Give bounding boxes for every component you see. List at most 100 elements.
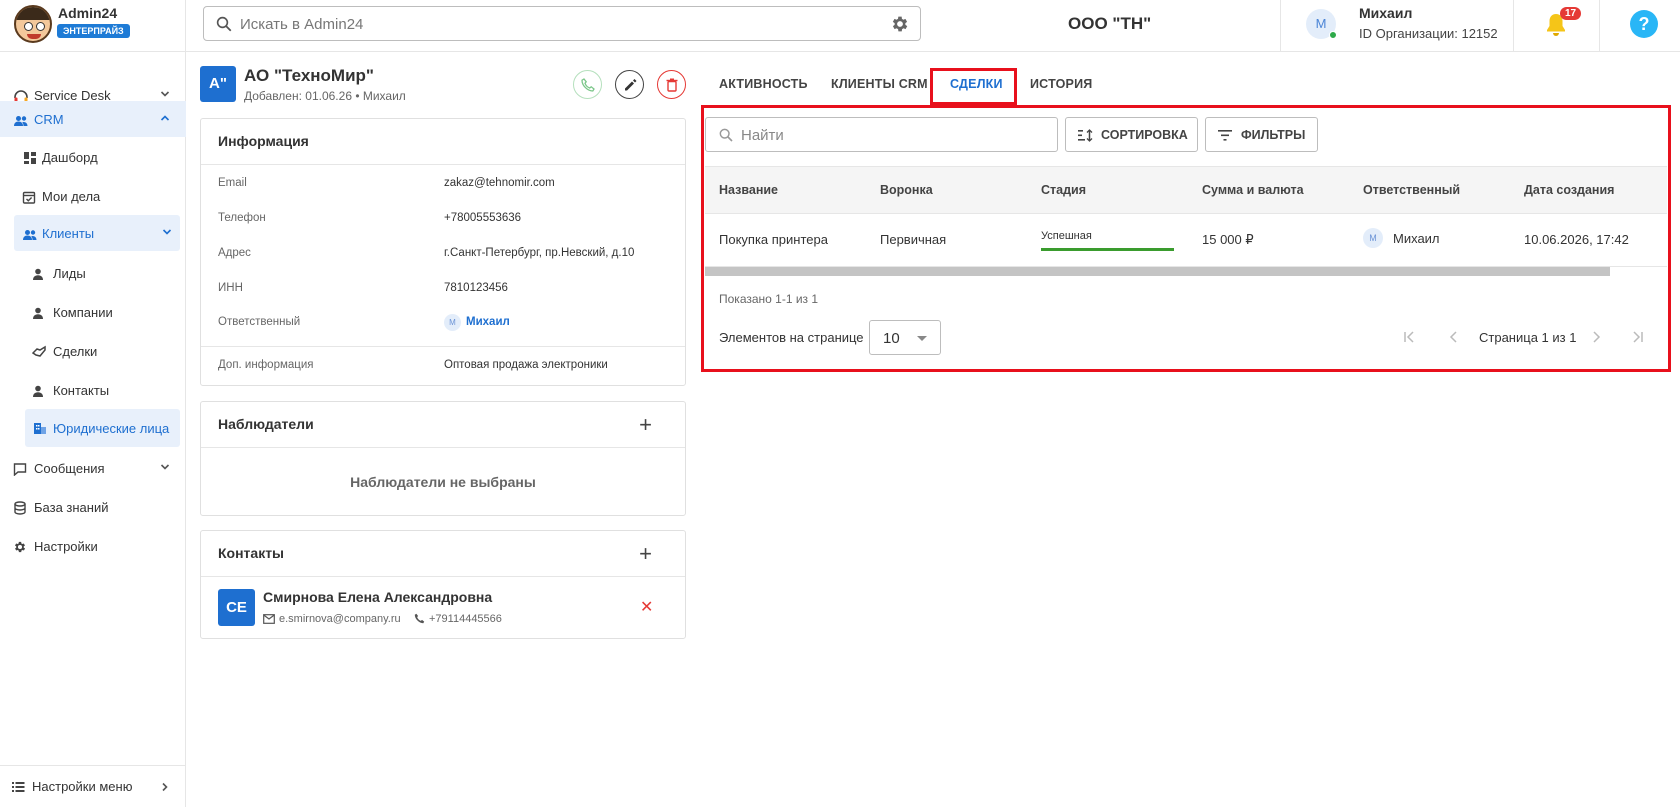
sidebar-item-label: Дашборд xyxy=(42,150,98,165)
sidebar-item-label: База знаний xyxy=(34,500,109,515)
user-profile[interactable]: М Михаил ID Организации: 12152 xyxy=(1280,0,1514,52)
person-icon xyxy=(33,307,43,319)
call-button[interactable] xyxy=(573,70,602,99)
sidebar-item-label: Контакты xyxy=(53,383,110,398)
handshake-icon xyxy=(32,345,46,357)
observers-card-title: Наблюдатели xyxy=(218,416,314,432)
inn-value: 7810123456 xyxy=(444,282,508,294)
delete-button[interactable] xyxy=(657,70,686,99)
company-avatar: А" xyxy=(200,66,236,102)
edit-button[interactable] xyxy=(615,70,644,99)
sidebar-item-companies[interactable]: Компании xyxy=(0,294,186,330)
company-added-info: Добавлен: 01.06.26 • Михаил xyxy=(244,89,406,103)
menu-settings-button[interactable]: Настройки меню xyxy=(0,765,186,807)
sidebar-item-messages[interactable]: Сообщения xyxy=(0,450,186,486)
top-bar: Admin24 ЭНТЕРПРАЙЗ Искать в Admin24 ООО … xyxy=(0,0,1680,52)
remove-contact-icon[interactable]: ✕ xyxy=(640,597,653,617)
sidebar-item-deals[interactable]: Сделки xyxy=(0,333,186,369)
observers-empty-text: Наблюдатели не выбраны xyxy=(350,474,536,490)
contact-phone[interactable]: +79114445566 xyxy=(429,613,502,625)
phone-value[interactable]: +78005553636 xyxy=(444,212,521,224)
sidebar-item-contacts[interactable]: Контакты xyxy=(0,372,186,408)
mascot-logo-icon xyxy=(14,5,52,43)
contact-name[interactable]: Смирнова Елена Александровна xyxy=(263,589,492,605)
contact-email[interactable]: e.smirnova@company.ru xyxy=(279,613,401,625)
phone-icon xyxy=(581,78,595,92)
chevron-down-icon xyxy=(162,229,172,235)
sidebar-item-dashboard[interactable]: Дашборд xyxy=(0,139,186,175)
mail-icon xyxy=(263,614,275,624)
person-icon xyxy=(33,385,43,397)
search-settings-gear-icon[interactable] xyxy=(890,14,910,34)
people-icon xyxy=(14,116,28,126)
sidebar-item-knowledge-base[interactable]: База знаний xyxy=(0,489,186,525)
responsible-avatar: М xyxy=(444,314,461,331)
database-icon xyxy=(14,501,26,515)
user-name: Михаил xyxy=(1359,5,1413,21)
sidebar-item-label: Сделки xyxy=(53,344,98,359)
trash-icon xyxy=(666,78,678,92)
address-value: г.Санкт-Петербург, пр.Невский, д.10 xyxy=(444,247,635,259)
chat-icon xyxy=(13,463,27,476)
list-icon xyxy=(12,782,25,792)
people-icon xyxy=(23,230,37,240)
sidebar-item-clients[interactable]: Клиенты xyxy=(14,215,180,251)
organization-id: ID Организации: 12152 xyxy=(1359,26,1498,41)
info-label: Адрес xyxy=(218,247,251,259)
responsible-link[interactable]: Михаил xyxy=(466,316,510,328)
info-card-title: Информация xyxy=(218,133,309,149)
sidebar-item-label: Сообщения xyxy=(34,461,105,476)
dashboard-icon xyxy=(24,152,36,164)
search-icon xyxy=(216,16,232,32)
info-card: Информация Email zakaz@tehnomir.com Теле… xyxy=(200,118,686,386)
info-label: ИНН xyxy=(218,282,243,294)
email-value[interactable]: zakaz@tehnomir.com xyxy=(444,177,555,189)
menu-settings-label: Настройки меню xyxy=(32,779,133,794)
person-icon xyxy=(33,268,43,280)
chevron-down-icon xyxy=(160,464,170,470)
info-label: Ответственный xyxy=(218,316,301,328)
building-icon xyxy=(34,423,46,434)
add-contact-button[interactable]: + xyxy=(639,543,652,565)
sidebar-item-my-tasks[interactable]: Мои дела xyxy=(0,178,186,214)
tab-activity[interactable]: АКТИВНОСТЬ xyxy=(719,77,808,91)
company-name: АО "ТехноМир" xyxy=(244,66,374,85)
tab-highlight-frame xyxy=(930,68,1017,105)
info-label: Телефон xyxy=(218,212,266,224)
organization-name[interactable]: ООО "ТН" xyxy=(1068,14,1151,34)
deals-highlight-frame xyxy=(701,105,1671,372)
extra-info-value: Оптовая продажа электроники xyxy=(444,359,608,371)
sidebar-item-legal-entities[interactable]: Юридические лица xyxy=(25,409,180,447)
app-name: Admin24 xyxy=(58,5,118,21)
tab-crm-clients[interactable]: КЛИЕНТЫ CRM xyxy=(831,77,928,91)
info-label: Email xyxy=(218,177,247,189)
sidebar-item-label: Настройки xyxy=(34,539,98,554)
sidebar-item-label: Компании xyxy=(53,305,113,320)
online-status-dot xyxy=(1329,31,1337,39)
sidebar-item-leads[interactable]: Лиды xyxy=(0,255,186,291)
observers-card: Наблюдатели + Наблюдатели не выбраны xyxy=(200,401,686,516)
sidebar-item-crm[interactable]: CRM xyxy=(0,101,186,137)
chevron-right-icon xyxy=(162,782,168,792)
notifications-button[interactable]: 17 xyxy=(1514,0,1600,52)
plan-badge: ЭНТЕРПРАЙЗ xyxy=(57,24,130,38)
notification-count-badge: 17 xyxy=(1560,7,1582,20)
phone-icon xyxy=(414,613,425,624)
sidebar-item-label: Мои дела xyxy=(42,189,101,204)
info-label: Доп. информация xyxy=(218,359,314,371)
chevron-up-icon xyxy=(160,115,170,121)
calendar-check-icon xyxy=(22,191,36,204)
global-search-input[interactable]: Искать в Admin24 xyxy=(203,6,921,41)
sidebar-item-label: Клиенты xyxy=(42,226,95,241)
sidebar: Service Desk CRM Дашборд Мои дела Клиент… xyxy=(0,52,186,807)
add-observer-button[interactable]: + xyxy=(639,414,652,436)
contact-avatar: СЕ xyxy=(218,589,255,626)
gear-icon xyxy=(14,541,26,553)
help-icon[interactable]: ? xyxy=(1630,10,1658,38)
tab-history[interactable]: ИСТОРИЯ xyxy=(1030,77,1092,91)
sidebar-item-label: Юридические лица xyxy=(53,421,170,436)
chevron-down-icon xyxy=(160,91,170,97)
sidebar-item-settings[interactable]: Настройки xyxy=(0,528,186,564)
logo-area[interactable]: Admin24 ЭНТЕРПРАЙЗ xyxy=(0,0,186,52)
contacts-card-title: Контакты xyxy=(218,545,285,561)
